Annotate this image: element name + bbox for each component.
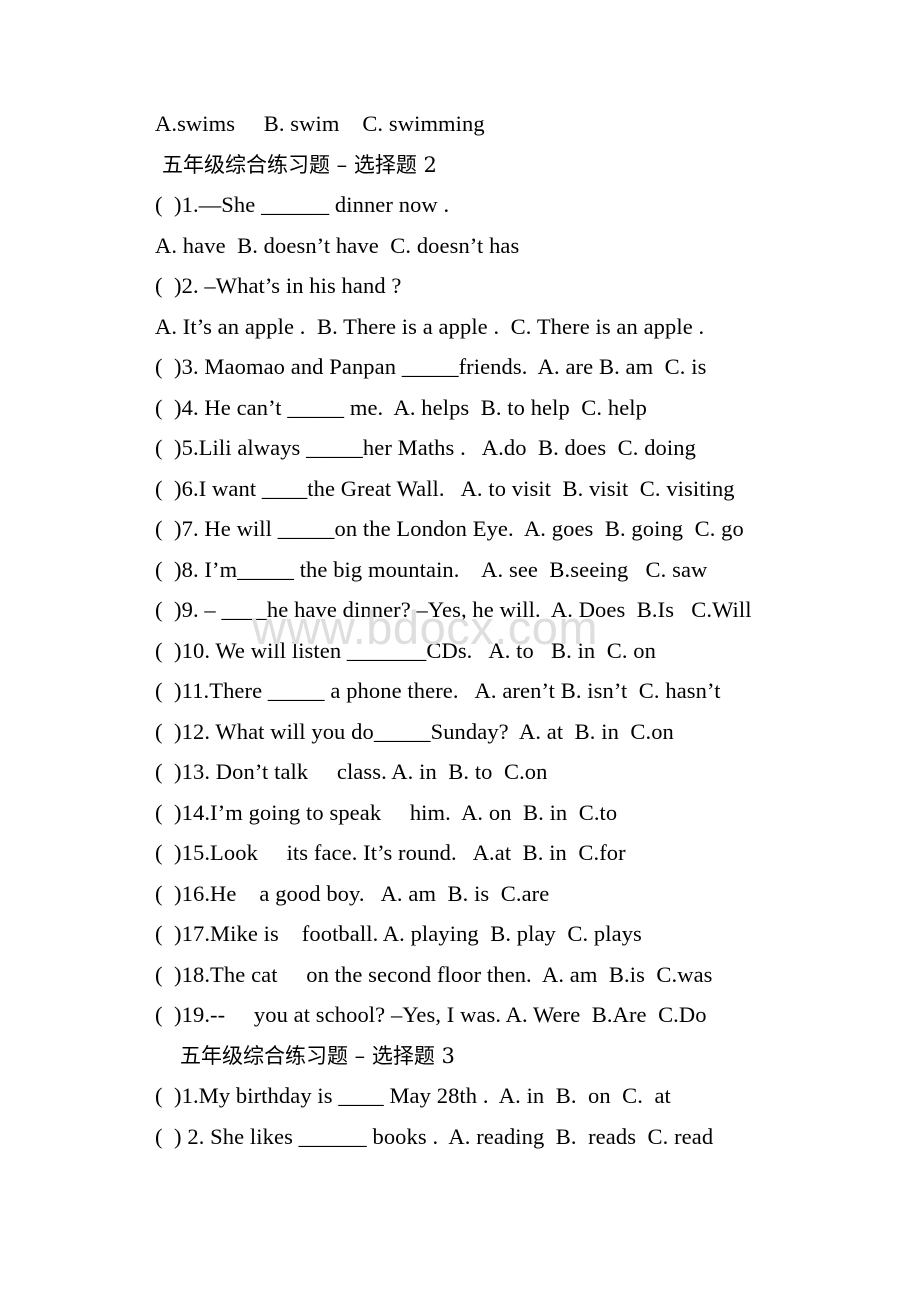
question-line: ( )14.I’m going to speak him. A. on B. i… xyxy=(155,799,618,825)
question-line: ( )3. Maomao and Panpan _____friends. A.… xyxy=(155,354,707,379)
question-line: ( )16.He a good boy. A. am B. is C.are xyxy=(155,880,550,906)
question-line: ( )6.I want ____the Great Wall. A. to vi… xyxy=(155,475,735,501)
question-line: ( )19.-- you at school? –Yes, I was. A. … xyxy=(155,1002,707,1027)
question-line: ( )5.Lili always _____her Maths . A.do B… xyxy=(155,435,696,460)
section-heading: 五年级综合练习题 – 选择题 2 xyxy=(162,152,437,177)
answer-options-line: A. It’s an apple . B. There is a apple .… xyxy=(155,313,705,339)
question-line: ( )1.—She ______ dinner now . xyxy=(155,192,450,217)
question-line: ( ) 2. She likes ______ books . A. readi… xyxy=(155,1123,714,1149)
question-line: ( )4. He can’t _____ me. A. helps B. to … xyxy=(155,394,647,420)
question-line: ( )12. What will you do_____Sunday? A. a… xyxy=(155,718,674,744)
question-line: ( )18.The cat on the second floor then. … xyxy=(155,961,713,987)
question-line: ( )15.Look its face. It’s round. A.at B.… xyxy=(155,840,626,865)
question-line: ( )11.There _____ a phone there. A. aren… xyxy=(155,678,721,703)
section-heading: 五年级综合练习题 – 选择题 3 xyxy=(180,1043,455,1068)
question-line: ( )10. We will listen _______CDs. A. to … xyxy=(155,637,656,663)
question-line: ( )2. –What’s in his hand ? xyxy=(155,273,402,298)
question-line: ( )17.Mike is football. A. playing B. pl… xyxy=(155,921,642,946)
document-body: A.swims B. swim C. swimming 五年级综合练习题 – 选择… xyxy=(155,104,855,1157)
question-line: ( )1.My birthday is ____ May 28th . A. i… xyxy=(155,1083,671,1108)
question-line: ( )9. – ____he have dinner? –Yes, he wil… xyxy=(155,597,752,622)
question-line: ( )7. He will _____on the London Eye. A.… xyxy=(155,516,744,541)
answer-options-line: A.swims B. swim C. swimming xyxy=(155,111,485,136)
answer-options-line: A. have B. doesn’t have C. doesn’t has xyxy=(155,232,520,258)
question-line: ( )13. Don’t talk class. A. in B. to C.o… xyxy=(155,759,548,784)
document-page: A.swims B. swim C. swimming 五年级综合练习题 – 选择… xyxy=(0,0,920,1302)
question-line: ( )8. I’m_____ the big mountain. A. see … xyxy=(155,556,708,582)
